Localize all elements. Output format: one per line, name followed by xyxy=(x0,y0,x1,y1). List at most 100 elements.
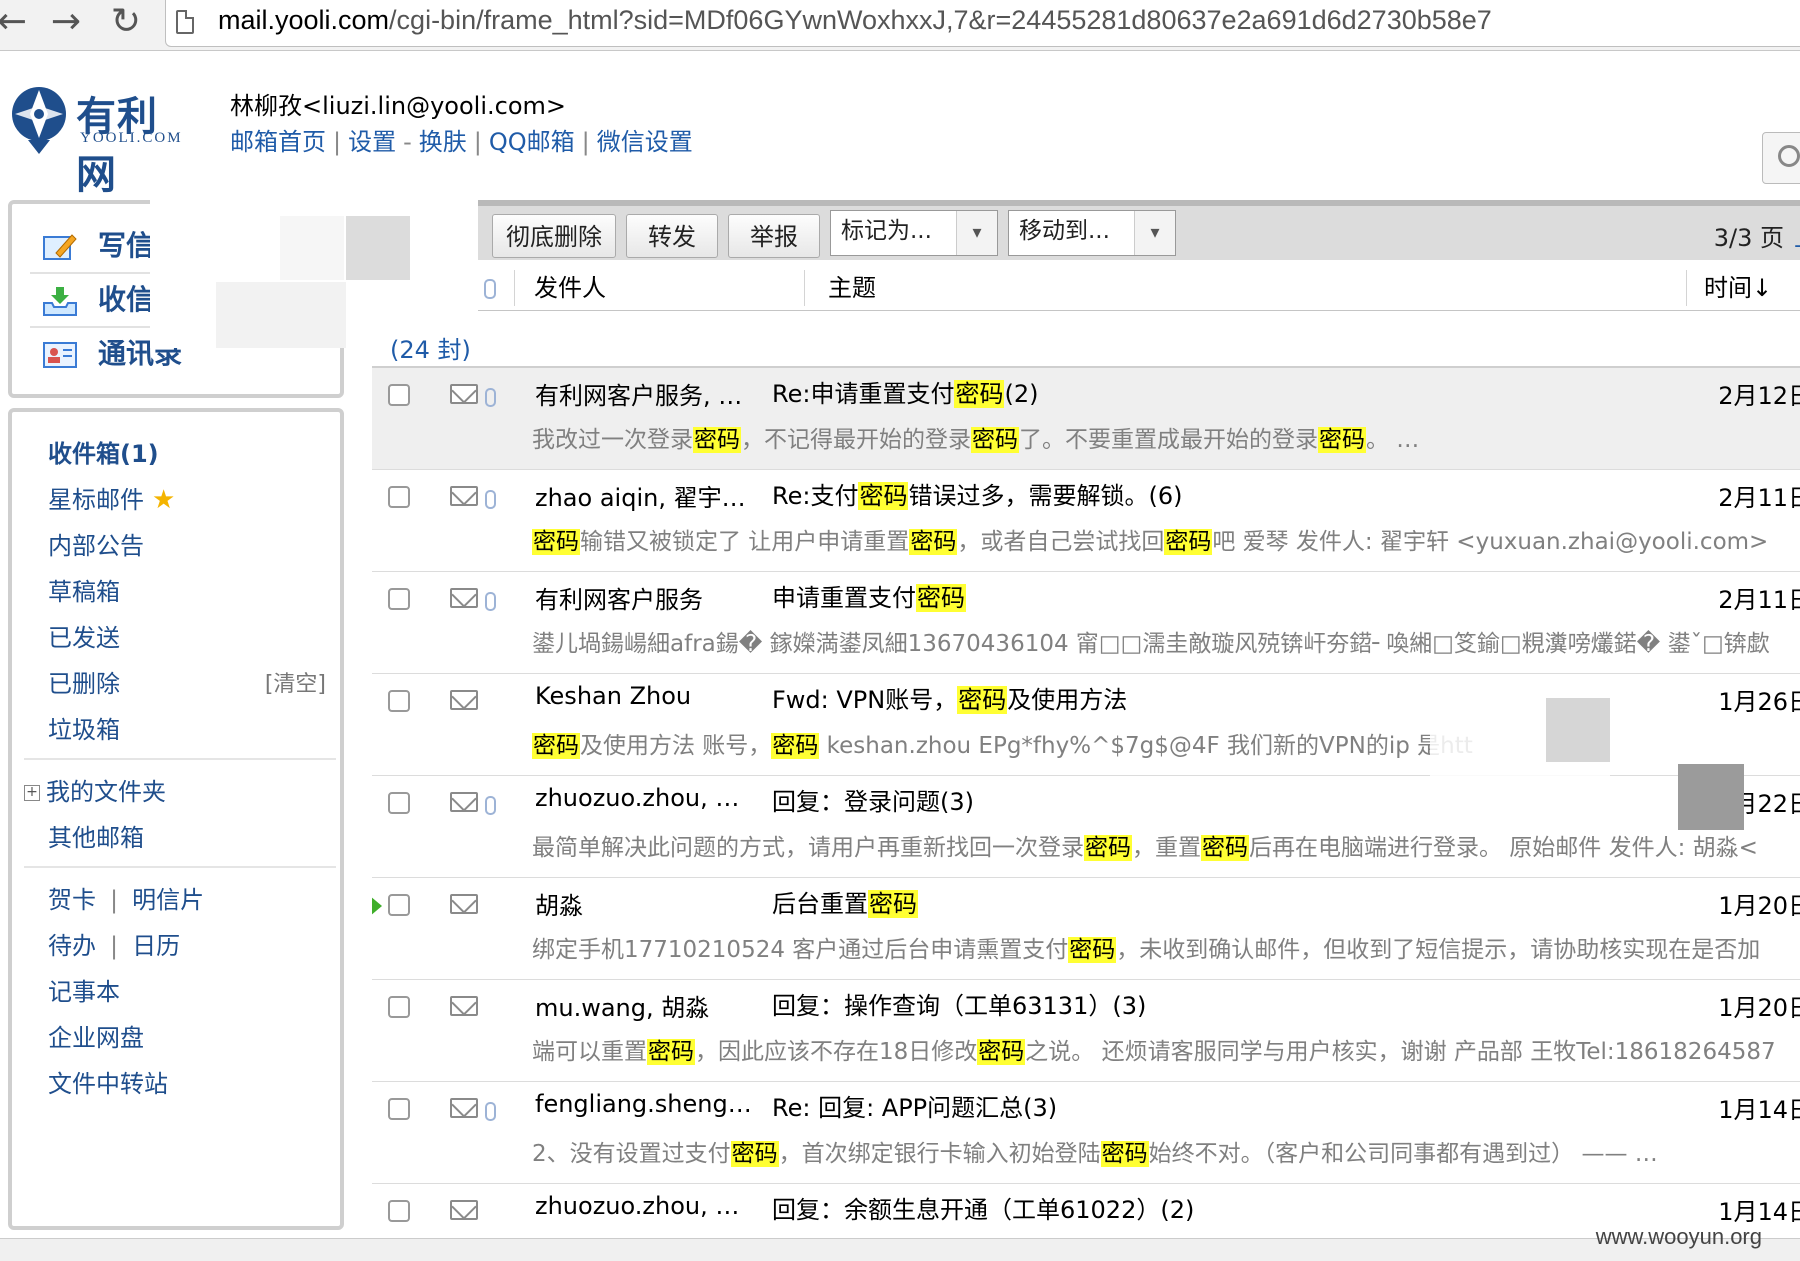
email-row[interactable]: fengliang.sheng… Re: 回复: APP问题汇总(3) 1月14日 2… xyxy=(372,1082,1800,1184)
status-bar xyxy=(0,1238,1800,1261)
email-checkbox[interactable] xyxy=(388,384,410,406)
link-calendar[interactable]: 日历 xyxy=(132,932,180,960)
move-to-dropdown[interactable]: 移动到... ▾ xyxy=(1008,210,1176,256)
link-todo[interactable]: 待办 xyxy=(48,932,96,960)
folder-sent[interactable]: 已发送 xyxy=(48,618,120,653)
email-subject[interactable]: Re: 回复: APP问题汇总(3) xyxy=(772,1088,1057,1123)
email-subject[interactable]: Re:支付密码错误过多，需要解锁。(6) xyxy=(772,476,1182,511)
back-arrow-icon[interactable]: ← xyxy=(0,2,30,42)
email-subject[interactable]: 回复：操作查询（工单63131）(3) xyxy=(772,986,1146,1021)
sender-column-header[interactable]: 发件人 xyxy=(534,266,606,310)
email-checkbox[interactable] xyxy=(388,894,410,916)
email-preview[interactable]: 密码输错又被锁定了 让用户申请重置密码，或者自己尝试找回密码吧 爱琴 发件人: … xyxy=(532,522,1768,556)
link-postcard[interactable]: 明信片 xyxy=(132,886,204,914)
link-wechat-settings[interactable]: 微信设置 xyxy=(597,128,693,156)
link-mail-home[interactable]: 邮箱首页 xyxy=(230,128,326,156)
folder-internal[interactable]: 内部公告 xyxy=(48,526,144,561)
email-checkbox[interactable] xyxy=(388,1200,410,1222)
email-sender[interactable]: zhuozuo.zhou, … xyxy=(535,1192,755,1220)
link-file-transfer[interactable]: 文件中转站 xyxy=(48,1064,168,1099)
url-host: mail.yooli.com xyxy=(218,5,390,35)
folder-deleted[interactable]: 已删除 xyxy=(48,664,120,699)
email-row[interactable]: zhuozuo.zhou, …回复：登录问题(3)1月22日最简单解决此问题的方… xyxy=(372,776,1800,878)
highlight-keyword: 密码 xyxy=(971,427,1019,453)
link-skin[interactable]: 换肤 xyxy=(419,128,467,156)
email-preview[interactable]: 端可以重置密码，因此应该不存在18日修改密码之说。 还烦请客服同学与用户核实，谢… xyxy=(532,1032,1776,1066)
folder-spam[interactable]: 垃圾箱 xyxy=(48,710,120,745)
email-preview[interactable]: 鍙儿堝鍚崵細afra鍚� 鎵嬫満鍙凤細13670436104 甯□□濡圭敵璇风殑… xyxy=(532,624,1770,658)
address-bar[interactable]: mail.yooli.com/cgi-bin/frame_html?sid=MD… xyxy=(165,0,1800,47)
email-sender[interactable]: Keshan Zhou xyxy=(535,682,755,710)
folder-my-folders[interactable]: + 我的文件夹 xyxy=(24,772,166,807)
preview-text: 后再在电脑端进行登录。 原始邮件 发件人: 胡淼< xyxy=(1249,835,1758,861)
email-sender[interactable]: 有利网客户服务, … xyxy=(535,376,755,411)
attachment-column-header[interactable] xyxy=(484,266,496,310)
time-column-header[interactable]: 时间↓ xyxy=(1704,266,1772,310)
email-row[interactable]: zhao aiqin, 翟宇…Re:支付密码错误过多，需要解锁。(6)2月11日… xyxy=(372,470,1800,572)
email-row[interactable]: 有利网客户服务, …Re:申请重置支付密码(2)2月12日我改过一次登录密码，不… xyxy=(372,368,1800,470)
email-date: 1月14日 xyxy=(1718,1198,1800,1226)
reload-icon[interactable]: ↻ xyxy=(108,2,144,42)
subject-column-header[interactable]: 主题 xyxy=(828,266,876,310)
email-row[interactable]: 胡淼后台重置密码 1月20日绑定手机17710210524 客户通过后台申请熏置支… xyxy=(372,878,1800,980)
email-sender[interactable]: zhao aiqin, 翟宇… xyxy=(535,478,755,513)
highlight-keyword: 密码 xyxy=(532,733,580,759)
email-subject[interactable]: 回复：余额生息开通（工单61022）(2) xyxy=(772,1190,1194,1225)
email-date: 1月14日 xyxy=(1718,1096,1800,1124)
chevron-down-icon: ▾ xyxy=(956,211,997,255)
mark-as-dropdown[interactable]: 标记为... ▾ xyxy=(830,210,998,256)
highlight-keyword: 密码 xyxy=(909,529,958,555)
delete-permanently-button[interactable]: 彻底删除 xyxy=(492,214,616,258)
email-checkbox[interactable] xyxy=(388,486,410,508)
highlight-keyword: 密码 xyxy=(1084,835,1132,861)
link-enterprise-disk[interactable]: 企业网盘 xyxy=(48,1018,144,1053)
email-sender[interactable]: fengliang.sheng… xyxy=(535,1090,755,1118)
preview-text: 绑定手机17710210524 客户通过后台申请熏置支付 xyxy=(532,937,1069,963)
email-preview[interactable]: 2、没有设置过支付密码，首次绑定银行卡输入初始登陆密码始终不对。（客户和公司同事… xyxy=(532,1134,1658,1168)
expand-icon[interactable]: + xyxy=(24,785,40,801)
prev-page-link[interactable]: 上 xyxy=(1794,224,1800,252)
email-preview[interactable]: 绑定手机17710210524 客户通过后台申请熏置支付密码，未收到确认邮件，但… xyxy=(532,930,1760,964)
link-settings[interactable]: 设置 xyxy=(348,128,396,156)
email-sender[interactable]: zhuozuo.zhou, … xyxy=(535,784,755,812)
email-preview[interactable]: 密码及使用方法 账号，密码 keshan.zhou EPg*fhy%^$7g$@… xyxy=(532,726,1473,760)
email-row[interactable]: 有利网客户服务申请重置支付密码 2月11日鍙儿堝鍚崵細afra鍚� 鎵嬫満鍙凤細1… xyxy=(372,572,1800,674)
email-checkbox[interactable] xyxy=(388,792,410,814)
folder-starred[interactable]: 星标邮件 ★ xyxy=(48,480,175,515)
link-notebook[interactable]: 记事本 xyxy=(48,972,120,1007)
report-button[interactable]: 举报 xyxy=(728,214,820,258)
compose-button[interactable]: 写信 xyxy=(42,224,154,264)
email-subject[interactable]: 后台重置密码 xyxy=(772,884,918,919)
email-checkbox[interactable] xyxy=(388,1098,410,1120)
forward-button[interactable]: 转发 xyxy=(626,214,718,258)
subject-text: Re:支付 xyxy=(772,482,859,510)
folder-inbox[interactable]: 收件箱(1) xyxy=(48,434,159,469)
subject-text: 后台重置 xyxy=(772,890,868,918)
folder-drafts[interactable]: 草稿箱 xyxy=(48,572,120,607)
email-subject[interactable]: 回复：登录问题(3) xyxy=(772,782,974,817)
email-sender[interactable]: mu.wang, 胡淼 xyxy=(535,988,755,1023)
email-subject[interactable]: Fwd: VPN账号，密码及使用方法 xyxy=(772,680,1127,715)
email-subject[interactable]: 申请重置支付密码 xyxy=(772,578,966,613)
email-preview[interactable]: 最简单解决此问题的方式，请用户再重新找回一次登录密码，重置密码后再在电脑端进行登… xyxy=(532,828,1758,862)
email-sender[interactable]: 胡淼 xyxy=(535,886,755,921)
logo[interactable]: 有利网 YOOLI.COM xyxy=(8,84,198,198)
email-row[interactable]: mu.wang, 胡淼回复：操作查询（工单63131）(3) 1月20日端可以重置… xyxy=(372,980,1800,1082)
email-checkbox[interactable] xyxy=(388,588,410,610)
url-text[interactable]: mail.yooli.com/cgi-bin/frame_html?sid=MD… xyxy=(218,5,1492,36)
email-row[interactable]: zhuozuo.zhou, … 回复：余额生息开通（工单61022）(2) 1月14… xyxy=(372,1184,1800,1238)
highlight-keyword: 密码 xyxy=(647,1039,695,1065)
search-button[interactable] xyxy=(1762,132,1800,184)
link-greeting-card[interactable]: 贺卡 xyxy=(48,886,96,914)
folder-other-mail[interactable]: 其他邮箱 xyxy=(48,818,144,853)
forward-arrow-icon[interactable]: → xyxy=(48,2,84,42)
email-checkbox[interactable] xyxy=(388,690,410,712)
clear-deleted-link[interactable]: [清空] xyxy=(265,666,326,698)
receive-button[interactable]: 收信 xyxy=(42,278,154,318)
email-checkbox[interactable] xyxy=(388,996,410,1018)
email-subject[interactable]: Re:申请重置支付密码(2) xyxy=(772,374,1038,409)
email-preview[interactable]: 我改过一次登录密码，不记得最开始的登录密码了。不要重置成最开始的登录密码。 … xyxy=(532,420,1419,454)
email-sender[interactable]: 有利网客户服务 xyxy=(535,580,755,615)
contacts-icon xyxy=(42,339,78,371)
link-qq-mail[interactable]: QQ邮箱 xyxy=(489,128,575,156)
